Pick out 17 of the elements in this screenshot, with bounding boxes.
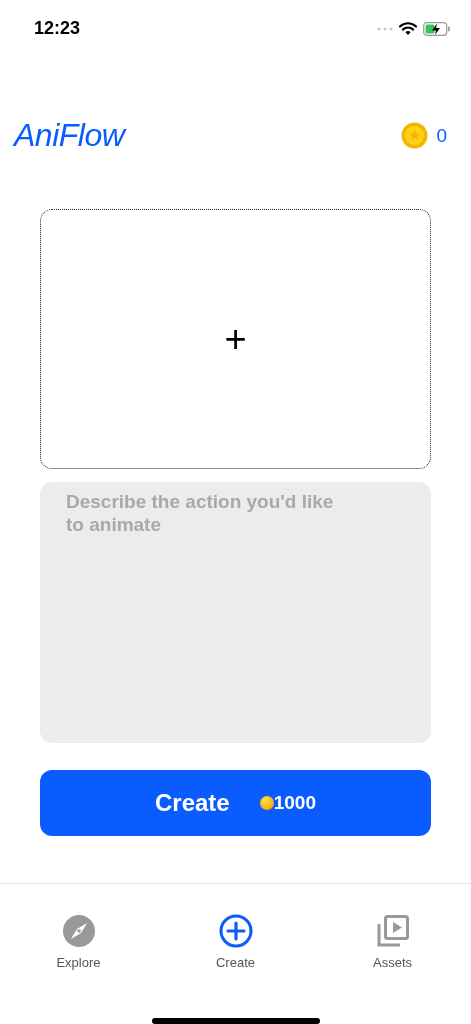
app-logo: AniFlow (14, 117, 125, 155)
image-upload-area[interactable]: + (40, 208, 431, 469)
coin-icon (401, 122, 429, 150)
tab-bar-item[interactable]: Assets (337, 914, 448, 1014)
tab-bar-item[interactable]: Create (180, 914, 291, 1014)
add-symbol: + (224, 319, 247, 358)
add-icon (218, 914, 253, 949)
coin-icon (259, 795, 274, 810)
coin-balance: 0 (436, 124, 447, 147)
create-button[interactable]: Create 1000 (40, 769, 431, 836)
prompt-field[interactable]: Describe the action you'd like to animate (40, 481, 431, 743)
wifi-icon (399, 22, 417, 36)
status-time: 12:23 (34, 18, 81, 40)
video-library-icon (375, 914, 410, 949)
tab-bar-item[interactable]: Explore (23, 914, 134, 1014)
signal-dots-icon (377, 26, 393, 31)
compass-icon (61, 914, 96, 949)
